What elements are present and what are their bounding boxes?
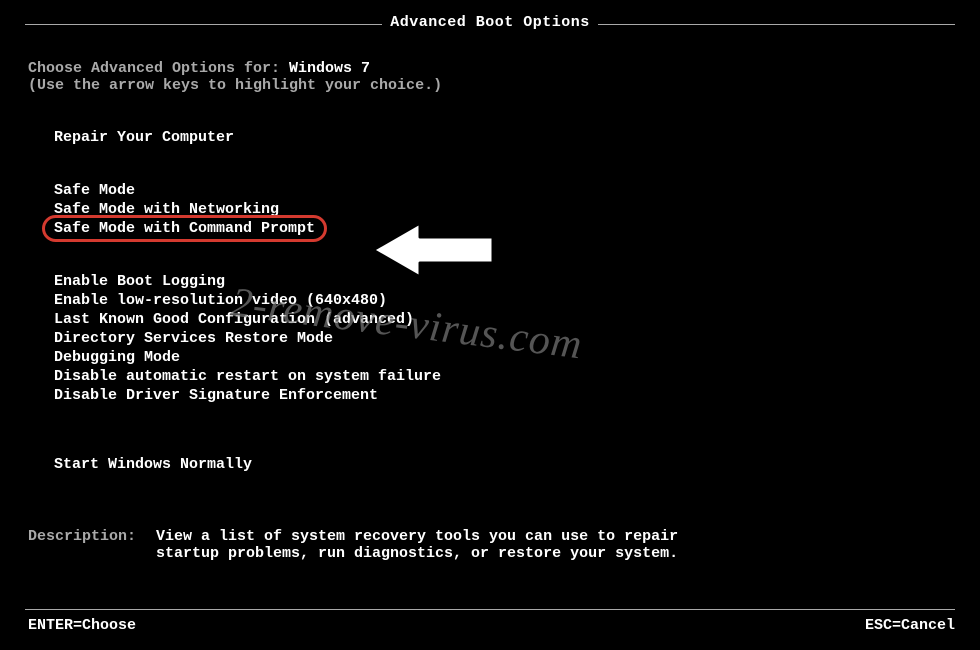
menu-group-3: Enable Boot Logging Enable low-resolutio… xyxy=(50,272,952,405)
rule-bottom xyxy=(25,609,955,610)
footer-esc-hint: ESC=Cancel xyxy=(865,617,955,634)
prompt-prefix: Choose Advanced Options for: xyxy=(28,60,289,77)
menu-item-safe-mode-networking[interactable]: Safe Mode with Networking xyxy=(50,200,283,219)
menu-item-disable-auto-restart[interactable]: Disable automatic restart on system fail… xyxy=(50,367,445,386)
menu-item-safe-mode[interactable]: Safe Mode xyxy=(50,181,139,200)
hint-line: (Use the arrow keys to highlight your ch… xyxy=(28,77,952,94)
menu-item-low-res-video[interactable]: Enable low-resolution video (640x480) xyxy=(50,291,391,310)
menu-item-last-known-good[interactable]: Last Known Good Configuration (advanced) xyxy=(50,310,418,329)
menu-item-enable-boot-logging[interactable]: Enable Boot Logging xyxy=(50,272,229,291)
menu-item-directory-services-restore[interactable]: Directory Services Restore Mode xyxy=(50,329,337,348)
description-body: View a list of system recovery tools you… xyxy=(156,528,678,562)
menu-group-1: Repair Your Computer xyxy=(50,128,952,147)
menu-group-2: Safe Mode Safe Mode with Networking Safe… xyxy=(50,181,952,238)
highlighted-item-wrap: Safe Mode with Command Prompt xyxy=(50,219,319,238)
boot-options-screen: Advanced Boot Options Choose Advanced Op… xyxy=(0,0,980,650)
description-block: Description:View a list of system recove… xyxy=(28,528,952,562)
prompt-line: Choose Advanced Options for: Windows 7 xyxy=(28,60,952,77)
boot-menu[interactable]: Repair Your Computer Safe Mode Safe Mode… xyxy=(50,128,952,474)
os-name: Windows 7 xyxy=(289,60,370,77)
screen-title-text: Advanced Boot Options xyxy=(382,14,598,31)
menu-group-4: Start Windows Normally xyxy=(50,455,952,474)
menu-item-start-normally[interactable]: Start Windows Normally xyxy=(50,455,256,474)
menu-item-disable-driver-sig[interactable]: Disable Driver Signature Enforcement xyxy=(50,386,382,405)
menu-item-debugging-mode[interactable]: Debugging Mode xyxy=(50,348,184,367)
content-area: Choose Advanced Options for: Windows 7 (… xyxy=(28,60,952,562)
footer-enter-hint: ENTER=Choose xyxy=(28,617,136,634)
footer-bar: ENTER=Choose ESC=Cancel xyxy=(28,617,955,634)
description-label: Description: xyxy=(28,528,156,545)
menu-item-repair-your-computer[interactable]: Repair Your Computer xyxy=(50,128,238,147)
menu-item-safe-mode-command-prompt[interactable]: Safe Mode with Command Prompt xyxy=(50,219,319,238)
screen-title: Advanced Boot Options xyxy=(0,14,980,31)
